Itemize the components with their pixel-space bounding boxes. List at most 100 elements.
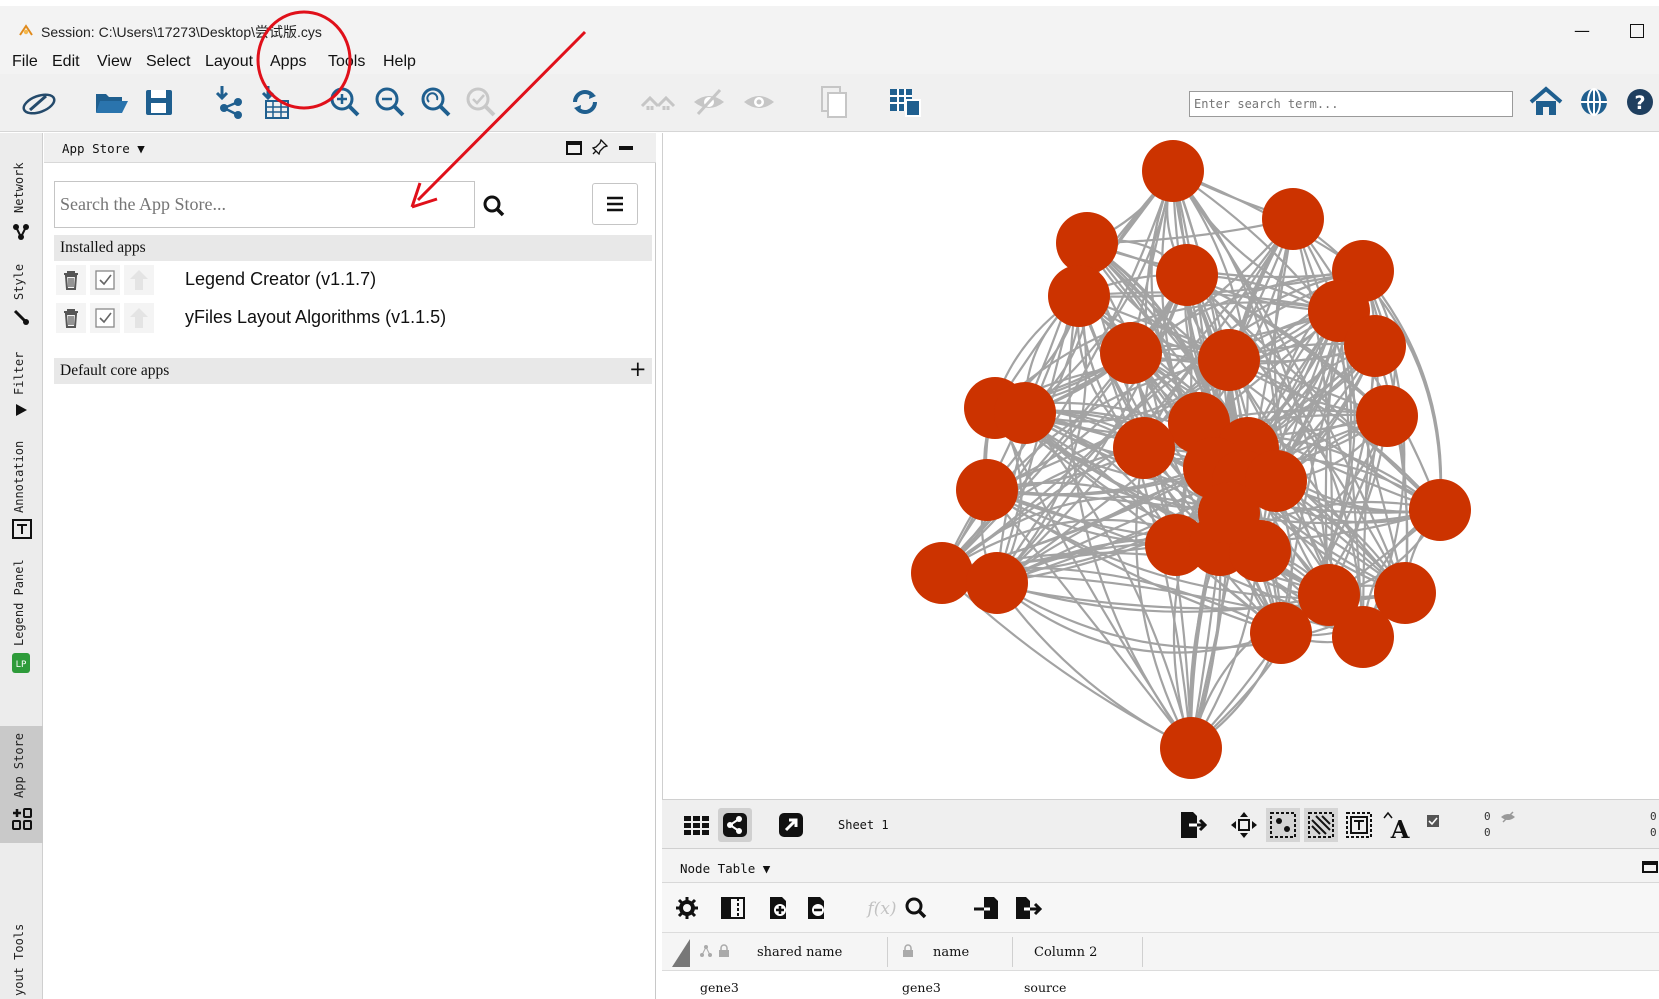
menu-help[interactable]: Help <box>383 53 416 71</box>
network-node[interactable] <box>1409 479 1471 541</box>
tab-app-store[interactable]: App Store <box>0 726 43 843</box>
show-all-icon[interactable] <box>640 84 678 120</box>
network-node[interactable] <box>1250 602 1312 664</box>
export-view-button[interactable] <box>1175 808 1209 842</box>
tab-style[interactable]: Style <box>0 248 43 338</box>
minimize-button[interactable]: — <box>1574 21 1590 40</box>
expand-core-apps-icon[interactable]: + <box>629 357 647 381</box>
selection-checkbox-icon[interactable] <box>1426 814 1440 828</box>
update-button[interactable] <box>124 265 154 295</box>
menu-select[interactable]: Select <box>146 53 190 71</box>
update-button[interactable] <box>124 303 154 333</box>
table-cell[interactable]: gene3 <box>700 980 739 995</box>
delete-column-button[interactable] <box>802 893 832 923</box>
show-columns-button[interactable] <box>718 893 748 923</box>
uninstall-button[interactable] <box>56 303 86 333</box>
zoom-fit-icon[interactable] <box>417 84 455 120</box>
navigator-button[interactable] <box>1227 808 1261 842</box>
network-graph[interactable] <box>663 133 1659 799</box>
table-search-button[interactable] <box>902 893 932 923</box>
app-store-menu-button[interactable] <box>592 183 638 225</box>
grid-view-button[interactable] <box>680 808 714 842</box>
import-network-icon[interactable] <box>210 84 248 120</box>
show-nodes-button[interactable] <box>1266 808 1300 842</box>
tab-filter[interactable]: Filter <box>0 343 43 433</box>
uninstall-button[interactable] <box>56 265 86 295</box>
table-cell[interactable]: source <box>1024 980 1066 995</box>
network-node[interactable] <box>956 459 1018 521</box>
cytoscape-logo-icon[interactable] <box>20 84 58 120</box>
open-folder-icon[interactable] <box>92 84 130 120</box>
default-core-apps-header[interactable]: Default core apps + <box>54 357 652 384</box>
network-canvas[interactable] <box>662 133 1659 799</box>
zoom-in-icon[interactable] <box>326 84 364 120</box>
new-network-icon[interactable] <box>814 84 852 120</box>
import-table-button[interactable] <box>972 893 1002 923</box>
function-builder-button[interactable]: f(x) <box>862 893 896 923</box>
network-node[interactable] <box>1356 385 1418 447</box>
menu-edit[interactable]: Edit <box>52 53 80 71</box>
globe-icon[interactable] <box>1575 84 1613 120</box>
minimize-panel-icon[interactable] <box>618 145 634 151</box>
tab-legend-panel[interactable]: Legend Panel LP <box>0 553 43 683</box>
network-node[interactable] <box>911 542 973 604</box>
import-table-icon[interactable] <box>256 84 294 120</box>
search-term-input[interactable] <box>1189 91 1513 117</box>
enable-checkbox[interactable] <box>90 303 120 333</box>
tab-layout-tools[interactable]: yout Tools <box>0 893 43 999</box>
column-name[interactable]: name <box>933 945 969 960</box>
table-settings-button[interactable] <box>672 893 702 923</box>
network-node[interactable] <box>1160 717 1222 779</box>
search-icon[interactable] <box>480 191 510 221</box>
network-node[interactable] <box>1198 482 1260 544</box>
detach-view-button[interactable] <box>774 808 808 842</box>
refresh-icon[interactable] <box>566 84 604 120</box>
menu-apps[interactable]: Apps <box>270 53 306 71</box>
node-table-title[interactable]: Node Table ▼ <box>680 861 770 876</box>
panel-title[interactable]: App Store ▼ <box>62 141 145 156</box>
help-icon[interactable]: ? <box>1621 84 1659 120</box>
zoom-out-icon[interactable] <box>371 84 409 120</box>
home-icon[interactable] <box>1527 84 1565 120</box>
save-icon[interactable] <box>140 84 178 120</box>
show-icon[interactable] <box>740 84 778 120</box>
network-node[interactable] <box>1156 244 1218 306</box>
network-node[interactable] <box>1262 188 1324 250</box>
export-table-button[interactable] <box>1012 893 1043 923</box>
installed-apps-header[interactable]: Installed apps <box>54 235 652 261</box>
network-node[interactable] <box>1048 265 1110 327</box>
hide-icon[interactable] <box>690 84 728 120</box>
network-node[interactable] <box>1100 322 1162 384</box>
table-cell[interactable]: gene3 <box>902 980 941 995</box>
network-node[interactable] <box>1056 212 1118 274</box>
column-column-2[interactable]: Column 2 <box>1034 945 1097 960</box>
table-layout-icon[interactable] <box>886 84 924 120</box>
menu-file[interactable]: File <box>12 53 38 71</box>
show-labels-button[interactable]: A <box>1380 808 1414 844</box>
network-node[interactable] <box>994 382 1056 444</box>
show-annotations-button[interactable] <box>1342 808 1376 842</box>
maximize-button[interactable] <box>1630 24 1644 38</box>
tab-network[interactable]: Network <box>0 143 43 243</box>
menu-tools[interactable]: Tools <box>328 53 365 71</box>
network-view-button[interactable] <box>718 808 752 842</box>
enable-checkbox[interactable] <box>90 265 120 295</box>
network-node[interactable] <box>1344 315 1406 377</box>
float-panel-icon[interactable] <box>566 141 582 155</box>
network-node[interactable] <box>1142 140 1204 202</box>
zoom-selected-icon[interactable] <box>462 84 500 120</box>
network-node[interactable] <box>1113 417 1175 479</box>
network-node[interactable] <box>966 552 1028 614</box>
add-column-button[interactable] <box>764 893 794 923</box>
network-node[interactable] <box>1332 606 1394 668</box>
float-table-icon[interactable] <box>1642 861 1658 873</box>
network-node[interactable] <box>1198 329 1260 391</box>
column-shared-name[interactable]: shared name <box>757 945 842 960</box>
show-edges-button[interactable] <box>1304 808 1338 842</box>
tab-annotation[interactable]: Annotation <box>0 433 43 543</box>
columns-icon <box>721 897 745 919</box>
pin-icon[interactable] <box>592 139 608 155</box>
menu-layout[interactable]: Layout <box>205 53 253 71</box>
menu-view[interactable]: View <box>97 53 131 71</box>
app-store-search-input[interactable] <box>54 181 475 228</box>
